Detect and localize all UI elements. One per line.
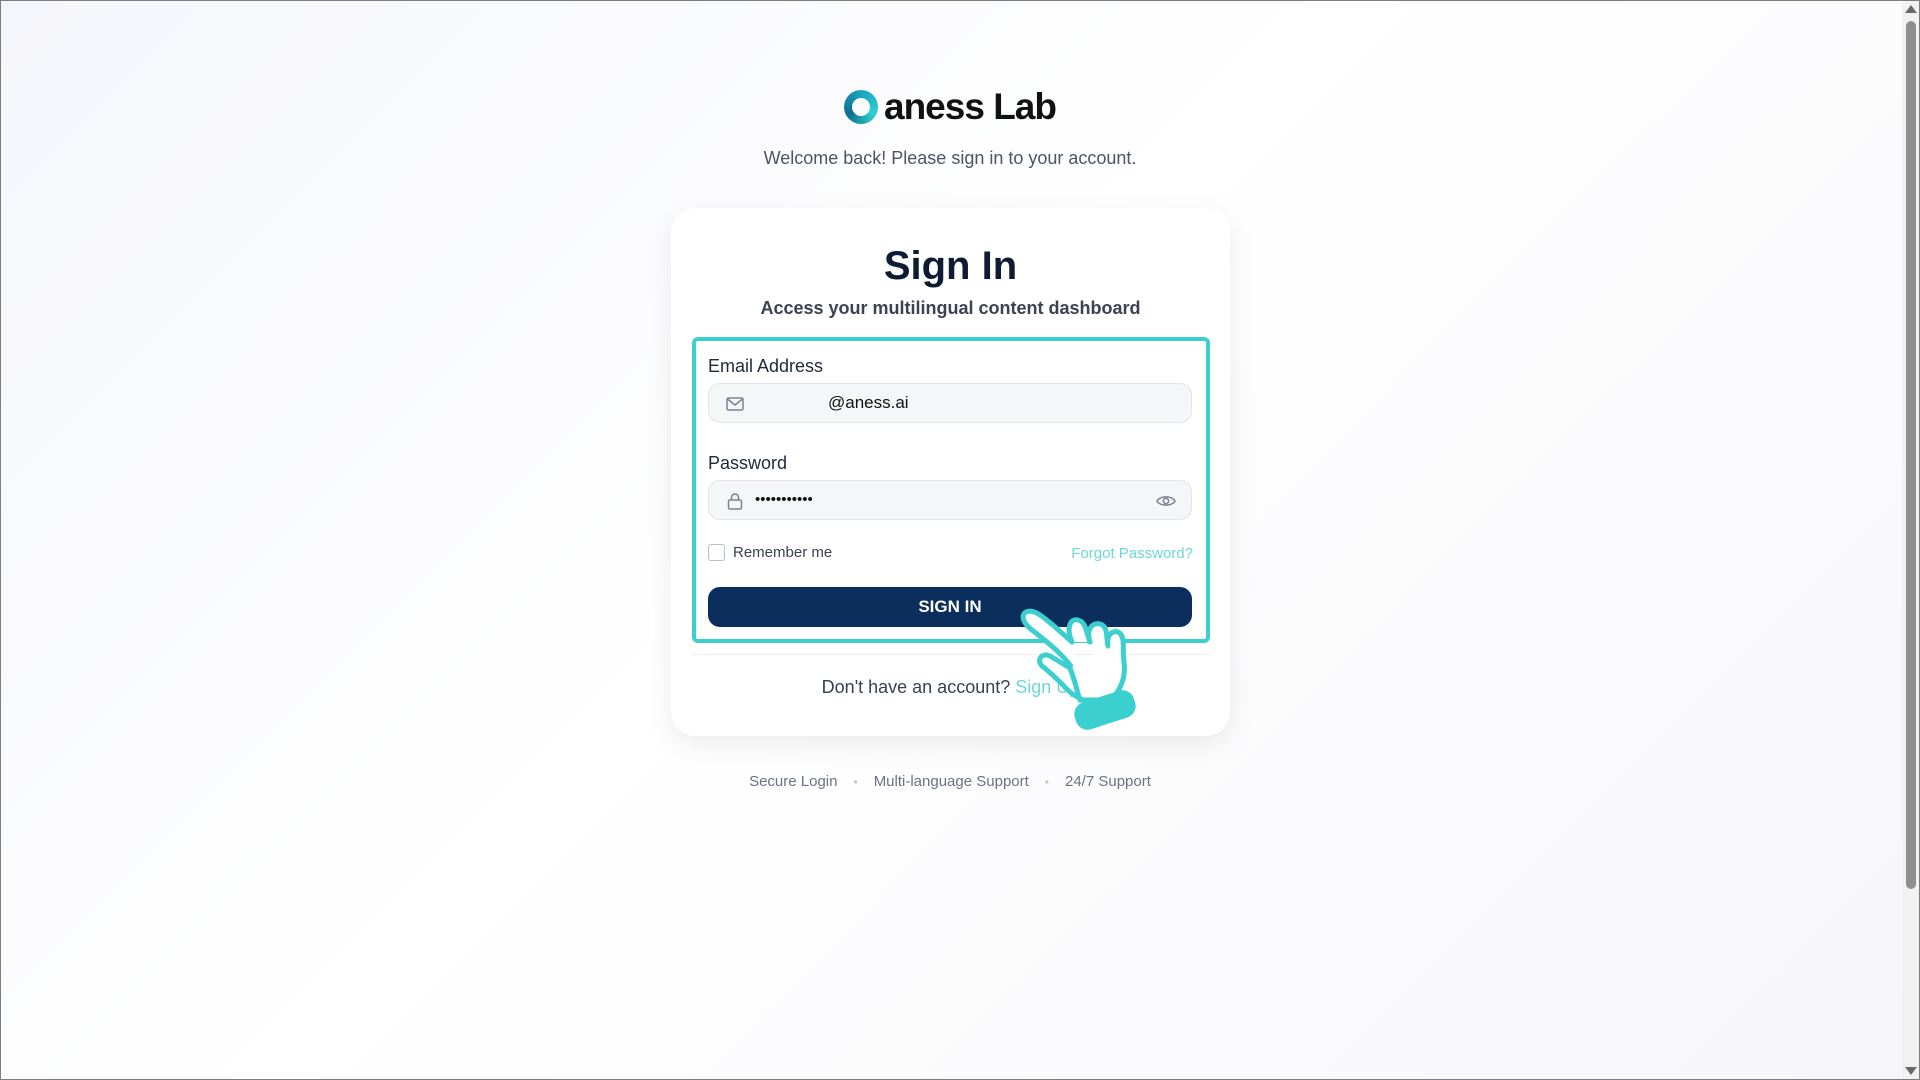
- forgot-password-link[interactable]: Forgot Password?: [1071, 545, 1193, 562]
- email-value: @aness.ai: [828, 393, 909, 412]
- footer-item-secure-login: Secure Login: [749, 773, 838, 790]
- footer-separator-dot: •: [853, 774, 858, 789]
- remember-me-checkbox[interactable]: [708, 544, 725, 561]
- remember-me-option[interactable]: Remember me: [708, 544, 832, 561]
- scroll-thumb[interactable]: [1906, 21, 1916, 889]
- email-field[interactable]: @aness.ai: [708, 383, 1192, 423]
- password-value: •••••••••••: [755, 491, 813, 508]
- signup-prompt-text: Don't have an account?: [821, 677, 1011, 697]
- remember-me-label[interactable]: Remember me: [733, 544, 832, 561]
- footer-item-support: 24/7 Support: [1065, 773, 1151, 790]
- footer-separator-dot: •: [1044, 774, 1049, 789]
- footer-item-multi-language: Multi-language Support: [873, 773, 1029, 790]
- eye-icon[interactable]: [1155, 491, 1177, 511]
- password-field[interactable]: •••••••••••: [708, 480, 1192, 520]
- lock-icon: [727, 493, 743, 510]
- vertical-scrollbar[interactable]: [1902, 1, 1919, 1079]
- email-label: Email Address: [708, 356, 824, 376]
- brand-logo: aness Lab: [0, 86, 1900, 128]
- password-label: Password: [708, 453, 788, 473]
- footer-features: Secure Login • Multi-language Support • …: [0, 773, 1900, 790]
- page-subtitle: Access your multilingual content dashboa…: [760, 298, 1141, 318]
- brand-ring-icon: [844, 90, 878, 124]
- hand-pointer-icon: [1020, 608, 1136, 730]
- welcome-text: Welcome back! Please sign in to your acc…: [763, 148, 1137, 168]
- scroll-up-arrow-icon[interactable]: [1905, 5, 1917, 13]
- brand-name: aness Lab: [884, 86, 1057, 127]
- page-title: Sign In: [883, 244, 1018, 288]
- scroll-down-arrow-icon[interactable]: [1905, 1067, 1917, 1075]
- mail-icon: [726, 397, 744, 411]
